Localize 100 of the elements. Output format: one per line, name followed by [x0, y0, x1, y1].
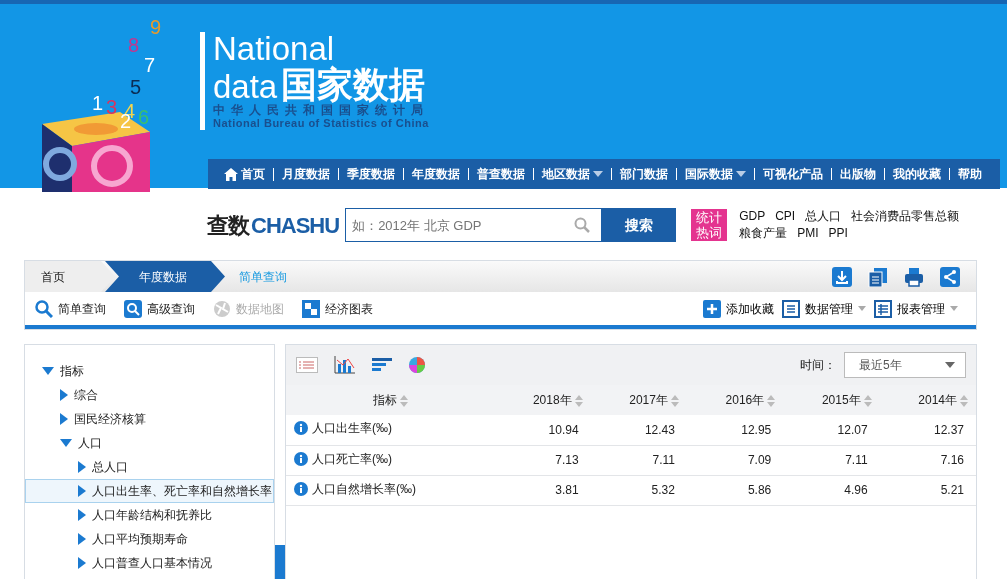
info-icon[interactable] — [294, 421, 308, 436]
search-field[interactable]: 如：2012年 北京 GDP — [345, 208, 603, 242]
table-icon — [874, 299, 892, 318]
nav-link[interactable]: 月度数据 — [274, 168, 339, 180]
nav-link[interactable]: 年度数据 — [404, 168, 469, 180]
logo-digit: 5 — [130, 76, 142, 98]
grid-icon — [302, 299, 320, 318]
indicator-name: 人口自然增长率(‰) — [312, 480, 416, 498]
nav-link[interactable]: 国际数据 — [677, 168, 755, 180]
pie-chart-icon[interactable] — [408, 356, 426, 374]
column-header[interactable]: 2017年 — [590, 385, 687, 415]
scrollbar-thumb — [275, 545, 285, 579]
caret-icon — [945, 362, 955, 368]
bar-list-icon[interactable] — [372, 357, 392, 373]
share-icon[interactable] — [940, 266, 960, 287]
nav-link[interactable]: 季度数据 — [339, 168, 404, 180]
site-title: National — [213, 32, 335, 66]
table-cell: 4.96 — [783, 475, 880, 505]
toolbar-button[interactable]: 添加收藏 — [703, 299, 774, 318]
table-cell: 7.11 — [783, 445, 880, 475]
hot-word-link[interactable]: 社会消费品零售总额 — [851, 208, 960, 225]
table-cell: 7.13 — [494, 445, 591, 475]
table-cell: 12.43 — [590, 415, 687, 445]
hot-word-link[interactable]: GDP — [739, 208, 766, 225]
nav-link[interactable]: 可视化产品 — [755, 168, 832, 180]
time-label: 时间： — [800, 357, 836, 374]
print-icon[interactable] — [904, 266, 924, 287]
tree-item[interactable]: 人口平均预期寿命 — [25, 527, 274, 551]
logo-digit: 8 — [128, 34, 140, 56]
tree-item[interactable]: 人口普查人口基本情况 — [25, 551, 274, 575]
tree-item[interactable]: 总人口 — [25, 455, 274, 479]
time-select[interactable]: 最近5年 — [844, 352, 966, 378]
nav-link[interactable]: 出版物 — [832, 168, 885, 180]
column-header[interactable]: 2014年 — [879, 385, 976, 415]
logo-digit: 7 — [144, 54, 156, 76]
nav-link[interactable]: 普查数据 — [469, 168, 534, 180]
indicator-name: 人口死亡率(‰) — [312, 450, 392, 468]
nav-link[interactable]: 首页 — [216, 167, 274, 181]
tree-item[interactable]: 人口出生率、死亡率和自然增长率 — [25, 479, 274, 503]
column-header[interactable]: 指标 — [286, 385, 495, 415]
nav-link[interactable]: 地区数据 — [534, 168, 612, 180]
column-header[interactable]: 2016年 — [686, 385, 784, 415]
copy-icon[interactable] — [868, 266, 888, 287]
table-cell: 12.95 — [686, 415, 784, 445]
bar-chart-icon[interactable] — [334, 356, 356, 374]
table-cell: 7.09 — [686, 445, 784, 475]
tree-item[interactable]: 国民经济核算 — [25, 407, 274, 431]
caret-icon — [593, 171, 603, 177]
download-icon[interactable] — [832, 266, 852, 287]
tree-item[interactable]: 人口年龄结构和抚养比 — [25, 503, 274, 527]
collapsed-icon — [78, 485, 86, 497]
hot-word-link[interactable]: CPI — [775, 208, 796, 225]
table-cell: 5.86 — [686, 475, 784, 505]
table-cell: 7.11 — [590, 445, 687, 475]
nav-link[interactable]: 帮助 — [950, 168, 990, 180]
site-title: 国家数据 — [281, 66, 426, 104]
nav-link[interactable]: 我的收藏 — [885, 168, 950, 180]
collapsed-icon — [78, 533, 86, 545]
list-icon — [782, 299, 800, 318]
sort-icon — [399, 394, 408, 407]
caret-icon — [858, 306, 866, 311]
collapsed-icon — [60, 389, 68, 401]
org-name: National Bureau of Statistics of China — [213, 117, 429, 129]
hot-word-link[interactable]: 总人口 — [805, 208, 842, 225]
nav-link[interactable]: 部门数据 — [612, 168, 677, 180]
hot-word-link[interactable]: PPI — [828, 225, 848, 242]
search-button[interactable]: 搜索 — [602, 208, 677, 242]
collapsed-icon — [78, 509, 86, 521]
expanded-icon — [60, 439, 72, 447]
table-cell: 12.37 — [879, 415, 976, 445]
toolbar-button[interactable]: 经济图表 — [302, 299, 373, 318]
tree-item[interactable]: 人口 — [25, 431, 274, 455]
toolbar-button[interactable]: 高级查询 — [124, 299, 195, 318]
org-name: 中华人民共和国国家统计局 — [213, 104, 429, 117]
logo-digit: 1 — [92, 92, 104, 114]
info-icon[interactable] — [294, 451, 308, 466]
logo-digit: 6 — [138, 106, 150, 128]
toolbar-button[interactable]: 报表管理 — [874, 299, 958, 318]
toolbar-button[interactable]: 简单查询 — [35, 299, 106, 318]
breadcrumb-link[interactable]: 首页 — [25, 261, 115, 292]
info-icon[interactable] — [294, 481, 308, 496]
tree-item[interactable]: 综合 — [25, 383, 274, 407]
table-cell: 7.16 — [879, 445, 976, 475]
tree-item[interactable]: 指标 — [25, 359, 274, 383]
search-icon — [574, 217, 591, 233]
collapsed-icon — [78, 461, 86, 473]
toolbar-button[interactable]: 数据管理 — [782, 299, 866, 318]
sort-icon — [670, 394, 679, 407]
column-header[interactable]: 2015年 — [783, 385, 880, 415]
search-icon — [124, 299, 142, 318]
table-cell: 5.21 — [879, 475, 976, 505]
home-icon — [224, 167, 238, 181]
hot-word-link[interactable]: 粮食产量 — [739, 225, 788, 242]
plus-icon — [703, 299, 721, 318]
breadcrumb-link[interactable]: 年度数据 — [105, 261, 225, 292]
table-cell: 5.32 — [590, 475, 687, 505]
logo-digit: 3 — [106, 96, 118, 118]
column-header[interactable]: 2018年 — [494, 385, 591, 415]
hot-word-link[interactable]: PMI — [797, 225, 819, 242]
logo-digit: 9 — [150, 16, 162, 38]
